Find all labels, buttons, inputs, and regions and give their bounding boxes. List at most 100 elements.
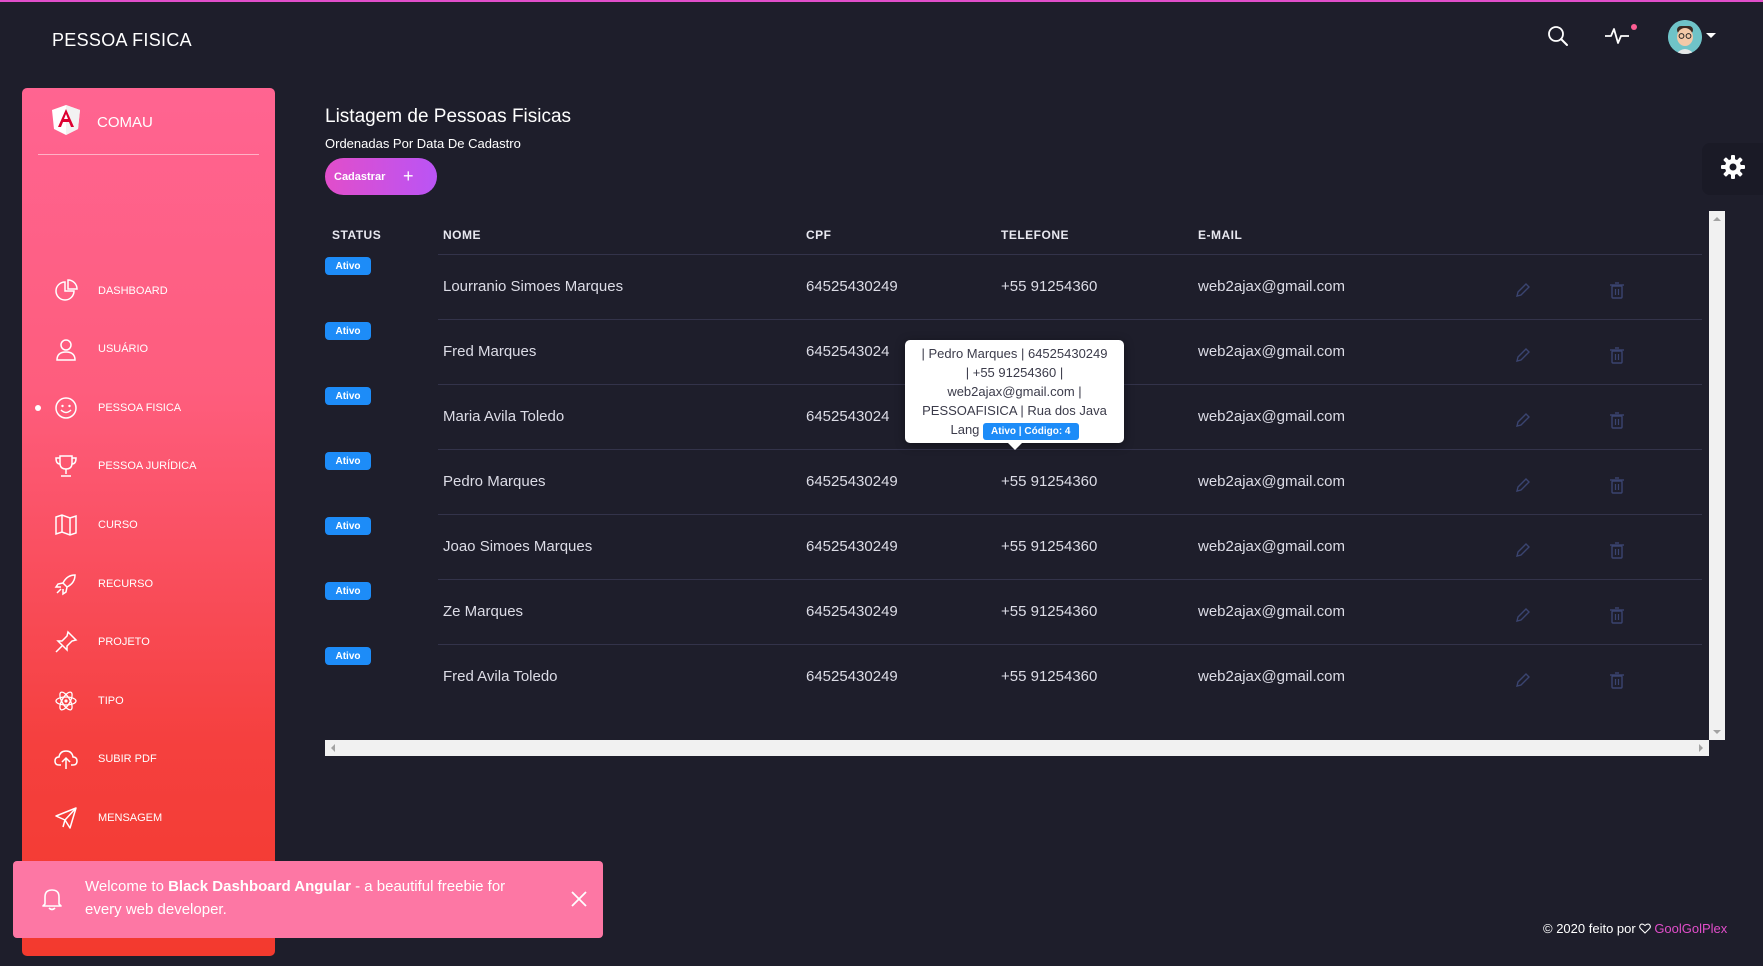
- delete-trash-icon[interactable]: [1608, 541, 1626, 559]
- edit-pencil-icon[interactable]: [1514, 411, 1532, 429]
- user-icon: [54, 337, 78, 361]
- delete-trash-icon[interactable]: [1608, 671, 1626, 689]
- people-table: STATUS NOME CPF TELEFONE E-MAIL Ativo Lo…: [325, 210, 1702, 740]
- heart-icon: [1639, 923, 1652, 934]
- cell-cpf: 6452543024: [806, 408, 890, 425]
- search-icon[interactable]: [1544, 22, 1572, 50]
- atom-icon: [54, 689, 78, 713]
- cell-cpf: 64525430249: [806, 668, 898, 685]
- cell-nome: Fred Avila Toledo: [443, 668, 558, 685]
- trophy-icon: [54, 454, 78, 478]
- column-header-status: STATUS: [332, 228, 382, 242]
- footer-link[interactable]: GoolGolPlex: [1654, 921, 1727, 936]
- pin-icon: [54, 630, 78, 654]
- add-person-button[interactable]: Cadastrar +: [325, 158, 437, 195]
- settings-toggle[interactable]: [1702, 143, 1763, 195]
- cell-cpf: 6452543024: [806, 343, 890, 360]
- page-subtitle: Ordenadas Por Data De Cadastro: [325, 136, 521, 151]
- sidebar-item-label: SUBIR PDF: [98, 753, 157, 765]
- sidebar-title[interactable]: COMAU: [97, 114, 153, 131]
- tooltip-line: PESSOAFISICA | Rua dos Java: [922, 403, 1107, 418]
- edit-pencil-icon[interactable]: [1514, 346, 1532, 364]
- edit-pencil-icon[interactable]: [1514, 606, 1532, 624]
- avatar[interactable]: [1668, 20, 1702, 54]
- delete-trash-icon[interactable]: [1608, 411, 1626, 429]
- send-icon: [54, 806, 78, 830]
- cell-email: web2ajax@gmail.com: [1198, 343, 1345, 360]
- navbar: PESSOA FISICA: [0, 2, 1763, 76]
- delete-trash-icon[interactable]: [1608, 476, 1626, 494]
- status-badge: Ativo: [325, 387, 371, 405]
- column-header-email: E-MAIL: [1198, 228, 1243, 242]
- notification-prefix: Welcome to: [85, 878, 169, 895]
- sidebar-item-label: PESSOA JURÍDICA: [98, 460, 197, 472]
- status-badge: Ativo: [325, 257, 371, 275]
- sidebar-item-projeto[interactable]: PROJETO: [22, 622, 275, 662]
- column-header-telefone: TELEFONE: [1001, 228, 1070, 242]
- chevron-down-icon[interactable]: [1706, 33, 1716, 38]
- sidebar-item-tipo[interactable]: TIPO: [22, 681, 275, 721]
- sidebar-item-pessoa-fisica[interactable]: PESSOA FISICA: [22, 388, 275, 428]
- delete-trash-icon[interactable]: [1608, 281, 1626, 299]
- sidebar-item-recurso[interactable]: RECURSO: [22, 564, 275, 604]
- column-header-nome: NOME: [443, 228, 481, 242]
- sidebar-item-dashboard[interactable]: DASHBOARD: [22, 271, 275, 311]
- cell-cpf: 64525430249: [806, 603, 898, 620]
- cell-cpf: 64525430249: [806, 538, 898, 555]
- cell-telefone: +55 91254360: [1001, 668, 1098, 685]
- edit-pencil-icon[interactable]: [1514, 476, 1532, 494]
- edit-pencil-icon[interactable]: [1514, 281, 1532, 299]
- cell-telefone: +55 91254360: [1001, 473, 1098, 490]
- cell-email: web2ajax@gmail.com: [1198, 408, 1345, 425]
- welcome-notification: Welcome to Black Dashboard Angular - a b…: [13, 861, 603, 938]
- close-icon[interactable]: [569, 889, 589, 909]
- edit-pencil-icon[interactable]: [1514, 671, 1532, 689]
- smile-icon: [54, 396, 78, 420]
- row-divider: [438, 644, 1702, 645]
- sidebar-item-mensagem[interactable]: MENSAGEM: [22, 798, 275, 838]
- angular-logo-icon: [52, 105, 80, 135]
- footer: © 2020 feito por GoolGolPlex: [1543, 921, 1727, 936]
- sidebar-item-label: PESSOA FISICA: [98, 402, 182, 414]
- tooltip-line: web2ajax@gmail.com |: [947, 384, 1082, 399]
- bell-icon: [39, 886, 65, 912]
- cell-email: web2ajax@gmail.com: [1198, 668, 1345, 685]
- row-divider: [438, 449, 1702, 450]
- sidebar-item-label: MENSAGEM: [98, 812, 163, 824]
- cell-telefone: +55 91254360: [1001, 538, 1098, 555]
- spaceship-icon: [54, 572, 78, 596]
- sidebar-divider: [38, 154, 259, 155]
- map-icon: [54, 513, 78, 537]
- delete-trash-icon[interactable]: [1608, 606, 1626, 624]
- delete-trash-icon[interactable]: [1608, 346, 1626, 364]
- footer-text: © 2020 feito por: [1543, 921, 1640, 936]
- notification-dot: [1631, 24, 1637, 30]
- vertical-scrollbar[interactable]: [1709, 211, 1725, 740]
- cell-cpf: 64525430249: [806, 278, 898, 295]
- tooltip-line: | Pedro Marques | 64525430249: [921, 346, 1108, 361]
- sidebar-item-curso[interactable]: CURSO: [22, 505, 275, 545]
- cell-email: web2ajax@gmail.com: [1198, 473, 1345, 490]
- activity-icon[interactable]: [1603, 22, 1631, 50]
- status-badge: Ativo: [325, 517, 371, 535]
- sidebar-item-usuario[interactable]: USUÁRIO: [22, 329, 275, 369]
- sidebar-item-label: RECURSO: [98, 578, 154, 590]
- gear-icon: [1720, 154, 1746, 185]
- cell-telefone: +55 91254360: [1001, 603, 1098, 620]
- add-button-label: Cadastrar: [334, 170, 386, 183]
- cell-email: web2ajax@gmail.com: [1198, 278, 1345, 295]
- cell-nome: Ze Marques: [443, 603, 524, 620]
- cell-nome: Lourranio Simoes Marques: [443, 278, 624, 295]
- edit-pencil-icon[interactable]: [1514, 541, 1532, 559]
- row-tooltip: | Pedro Marques | 64525430249 | +55 9125…: [905, 340, 1124, 450]
- tooltip-line: Lang: [950, 422, 980, 437]
- column-header-cpf: CPF: [806, 228, 832, 242]
- cell-email: web2ajax@gmail.com: [1198, 603, 1345, 620]
- status-badge: Ativo: [325, 582, 371, 600]
- sidebar-item-pessoa-juridica[interactable]: PESSOA JURÍDICA: [22, 446, 275, 486]
- sidebar-item-subir-pdf[interactable]: SUBIR PDF: [22, 739, 275, 779]
- navbar-brand[interactable]: PESSOA FISICA: [52, 30, 192, 51]
- horizontal-scrollbar[interactable]: [325, 740, 1709, 756]
- sidebar-item-label: PROJETO: [98, 636, 150, 648]
- row-divider: [438, 514, 1702, 515]
